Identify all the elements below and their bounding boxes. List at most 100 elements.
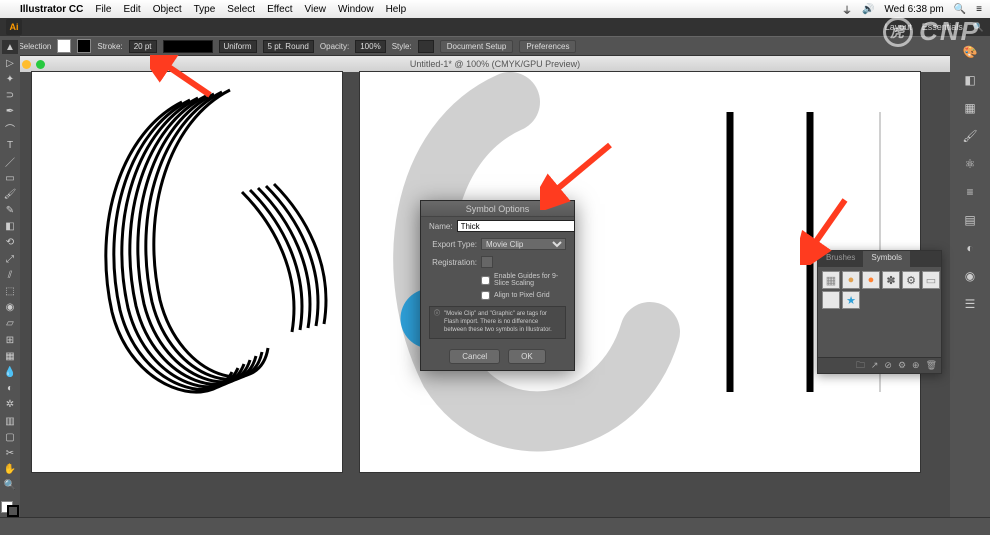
new-symbol-icon[interactable]: ⊕: [912, 360, 920, 371]
menu-file[interactable]: File: [95, 4, 111, 15]
scale-tool[interactable]: ⤢: [2, 252, 18, 266]
clock[interactable]: Wed 6:38 pm: [884, 4, 943, 15]
symbol-swatch[interactable]: [822, 291, 840, 309]
menu-help[interactable]: Help: [386, 4, 407, 15]
pixel-grid-checkbox[interactable]: [481, 291, 490, 300]
export-type-select[interactable]: Movie Clip: [481, 238, 566, 250]
transparency-panel-icon[interactable]: ◐: [960, 238, 980, 258]
stroke-panel-icon[interactable]: ≡: [960, 182, 980, 202]
symbols-tab[interactable]: Symbols: [863, 251, 910, 267]
stroke-weight-field[interactable]: 20 pt: [129, 40, 157, 53]
wifi-icon[interactable]: ⏚: [842, 2, 852, 17]
line-tool[interactable]: ／: [2, 154, 18, 169]
spotlight-icon[interactable]: 🔍: [954, 4, 966, 15]
break-link-icon[interactable]: ⊘: [884, 360, 892, 371]
menu-select[interactable]: Select: [227, 4, 255, 15]
eraser-tool[interactable]: ◧: [2, 220, 18, 234]
artboard-1[interactable]: [32, 72, 342, 472]
menu-effect[interactable]: Effect: [267, 4, 292, 15]
gradient-panel-icon[interactable]: ▤: [960, 210, 980, 230]
name-field[interactable]: [457, 220, 575, 232]
menu-object[interactable]: Object: [153, 4, 182, 15]
shape-builder-tool[interactable]: ◉: [2, 301, 18, 315]
mesh-tool[interactable]: ⊞: [2, 333, 18, 347]
zoom-tool[interactable]: 🔍: [2, 479, 18, 493]
minimize-icon[interactable]: [22, 60, 31, 69]
paintbrush-tool[interactable]: 🖌: [2, 187, 18, 201]
symbol-sprayer-tool[interactable]: ✲: [2, 398, 18, 412]
volume-icon[interactable]: 🔊: [862, 4, 874, 15]
menu-edit[interactable]: Edit: [123, 4, 140, 15]
zoom-icon[interactable]: [36, 60, 45, 69]
symbol-options-dialog: Symbol Options Name: Export Type: Movie …: [420, 200, 575, 371]
style-label: Style:: [392, 42, 412, 51]
pencil-tool[interactable]: ✎: [2, 204, 18, 218]
document-titlebar: Untitled-1* @ 100% (CMYK/GPU Preview): [0, 56, 990, 72]
rotate-tool[interactable]: ⟲: [2, 236, 18, 250]
place-symbol-icon[interactable]: ↗: [871, 360, 879, 371]
symbol-swatch[interactable]: ✽: [882, 271, 900, 289]
symbol-libraries-icon[interactable]: 🗀: [856, 358, 865, 374]
eyedropper-tool[interactable]: 💧: [2, 365, 18, 379]
menu-view[interactable]: View: [304, 4, 326, 15]
slice-scaling-checkbox[interactable]: [481, 276, 490, 285]
symbol-options-icon[interactable]: ⚙: [898, 360, 906, 371]
gradient-tool[interactable]: ▦: [2, 349, 18, 363]
type-tool[interactable]: T: [2, 138, 18, 152]
symbol-swatch[interactable]: ★: [842, 291, 860, 309]
blend-tool[interactable]: ◐: [2, 382, 18, 396]
preferences-button[interactable]: Preferences: [519, 40, 576, 53]
app-menu[interactable]: Illustrator CC: [20, 4, 83, 15]
magic-wand-tool[interactable]: ✦: [2, 72, 18, 86]
rectangle-tool[interactable]: ▭: [2, 171, 18, 185]
menu-window[interactable]: Window: [338, 4, 374, 15]
artboard-tool[interactable]: ▢: [2, 430, 18, 444]
ok-button[interactable]: OK: [508, 349, 546, 364]
cancel-button[interactable]: Cancel: [449, 349, 500, 364]
graph-tool[interactable]: ▥: [2, 414, 18, 428]
tools-panel: ▲ ▷ ✦ ⊃ ✒ ⌒ T ／ ▭ 🖌 ✎ ◧ ⟲ ⤢ ⫽ ⬚ ◉ ▱ ⊞ ▦ …: [0, 36, 20, 517]
watermark: 虎 CNP: [883, 16, 980, 47]
menu-type[interactable]: Type: [194, 4, 216, 15]
appearance-panel-icon[interactable]: ◉: [960, 266, 980, 286]
brush-select[interactable]: 5 pt. Round: [263, 40, 314, 53]
info-icon: ⓘ: [434, 311, 440, 334]
profile-select[interactable]: Uniform: [219, 40, 257, 53]
width-tool[interactable]: ⫽: [2, 268, 18, 282]
stroke-swatch[interactable]: [77, 39, 91, 53]
document-setup-button[interactable]: Document Setup: [440, 40, 514, 53]
layers-panel-icon[interactable]: ☰: [960, 294, 980, 314]
watermark-icon: 虎: [883, 17, 913, 47]
fill-stroke-control[interactable]: [1, 501, 19, 517]
delete-symbol-icon[interactable]: 🗑: [926, 360, 937, 371]
pen-tool[interactable]: ✒: [2, 105, 18, 119]
panel-dock: 🎨 ◧ ▦ 🖌 ⚛ ≡ ▤ ◐ ◉ ☰: [950, 36, 990, 517]
selection-tool[interactable]: ▲: [2, 40, 18, 54]
brushes-tab[interactable]: Brushes: [818, 251, 863, 267]
registration-grid[interactable]: [481, 256, 493, 268]
symbols-panel-icon[interactable]: ⚛: [960, 154, 980, 174]
style-select[interactable]: [418, 40, 434, 53]
lasso-tool[interactable]: ⊃: [2, 89, 18, 103]
control-bar: No Selection Stroke: 20 pt Uniform 5 pt.…: [0, 36, 990, 56]
free-transform-tool[interactable]: ⬚: [2, 284, 18, 298]
symbol-swatch[interactable]: ▭: [922, 271, 940, 289]
perspective-tool[interactable]: ▱: [2, 317, 18, 331]
swatches-panel-icon[interactable]: ▦: [960, 98, 980, 118]
symbol-swatch[interactable]: ●: [842, 271, 860, 289]
opacity-field[interactable]: 100%: [355, 40, 385, 53]
export-type-label: Export Type:: [429, 240, 477, 249]
direct-selection-tool[interactable]: ▷: [2, 56, 18, 70]
symbol-swatch[interactable]: ▦: [822, 271, 840, 289]
curvature-tool[interactable]: ⌒: [2, 121, 18, 136]
symbol-swatch[interactable]: ⚙: [902, 271, 920, 289]
menu-extra-icon[interactable]: ≡: [976, 4, 982, 15]
color-guide-panel-icon[interactable]: ◧: [960, 70, 980, 90]
brushes-panel-icon[interactable]: 🖌: [960, 126, 980, 146]
registration-label: Registration:: [429, 258, 477, 267]
hand-tool[interactable]: ✋: [2, 463, 18, 477]
symbol-swatch[interactable]: ●: [862, 271, 880, 289]
fill-swatch[interactable]: [57, 39, 71, 53]
slice-tool[interactable]: ✂: [2, 446, 18, 460]
opacity-label: Opacity:: [320, 42, 349, 51]
